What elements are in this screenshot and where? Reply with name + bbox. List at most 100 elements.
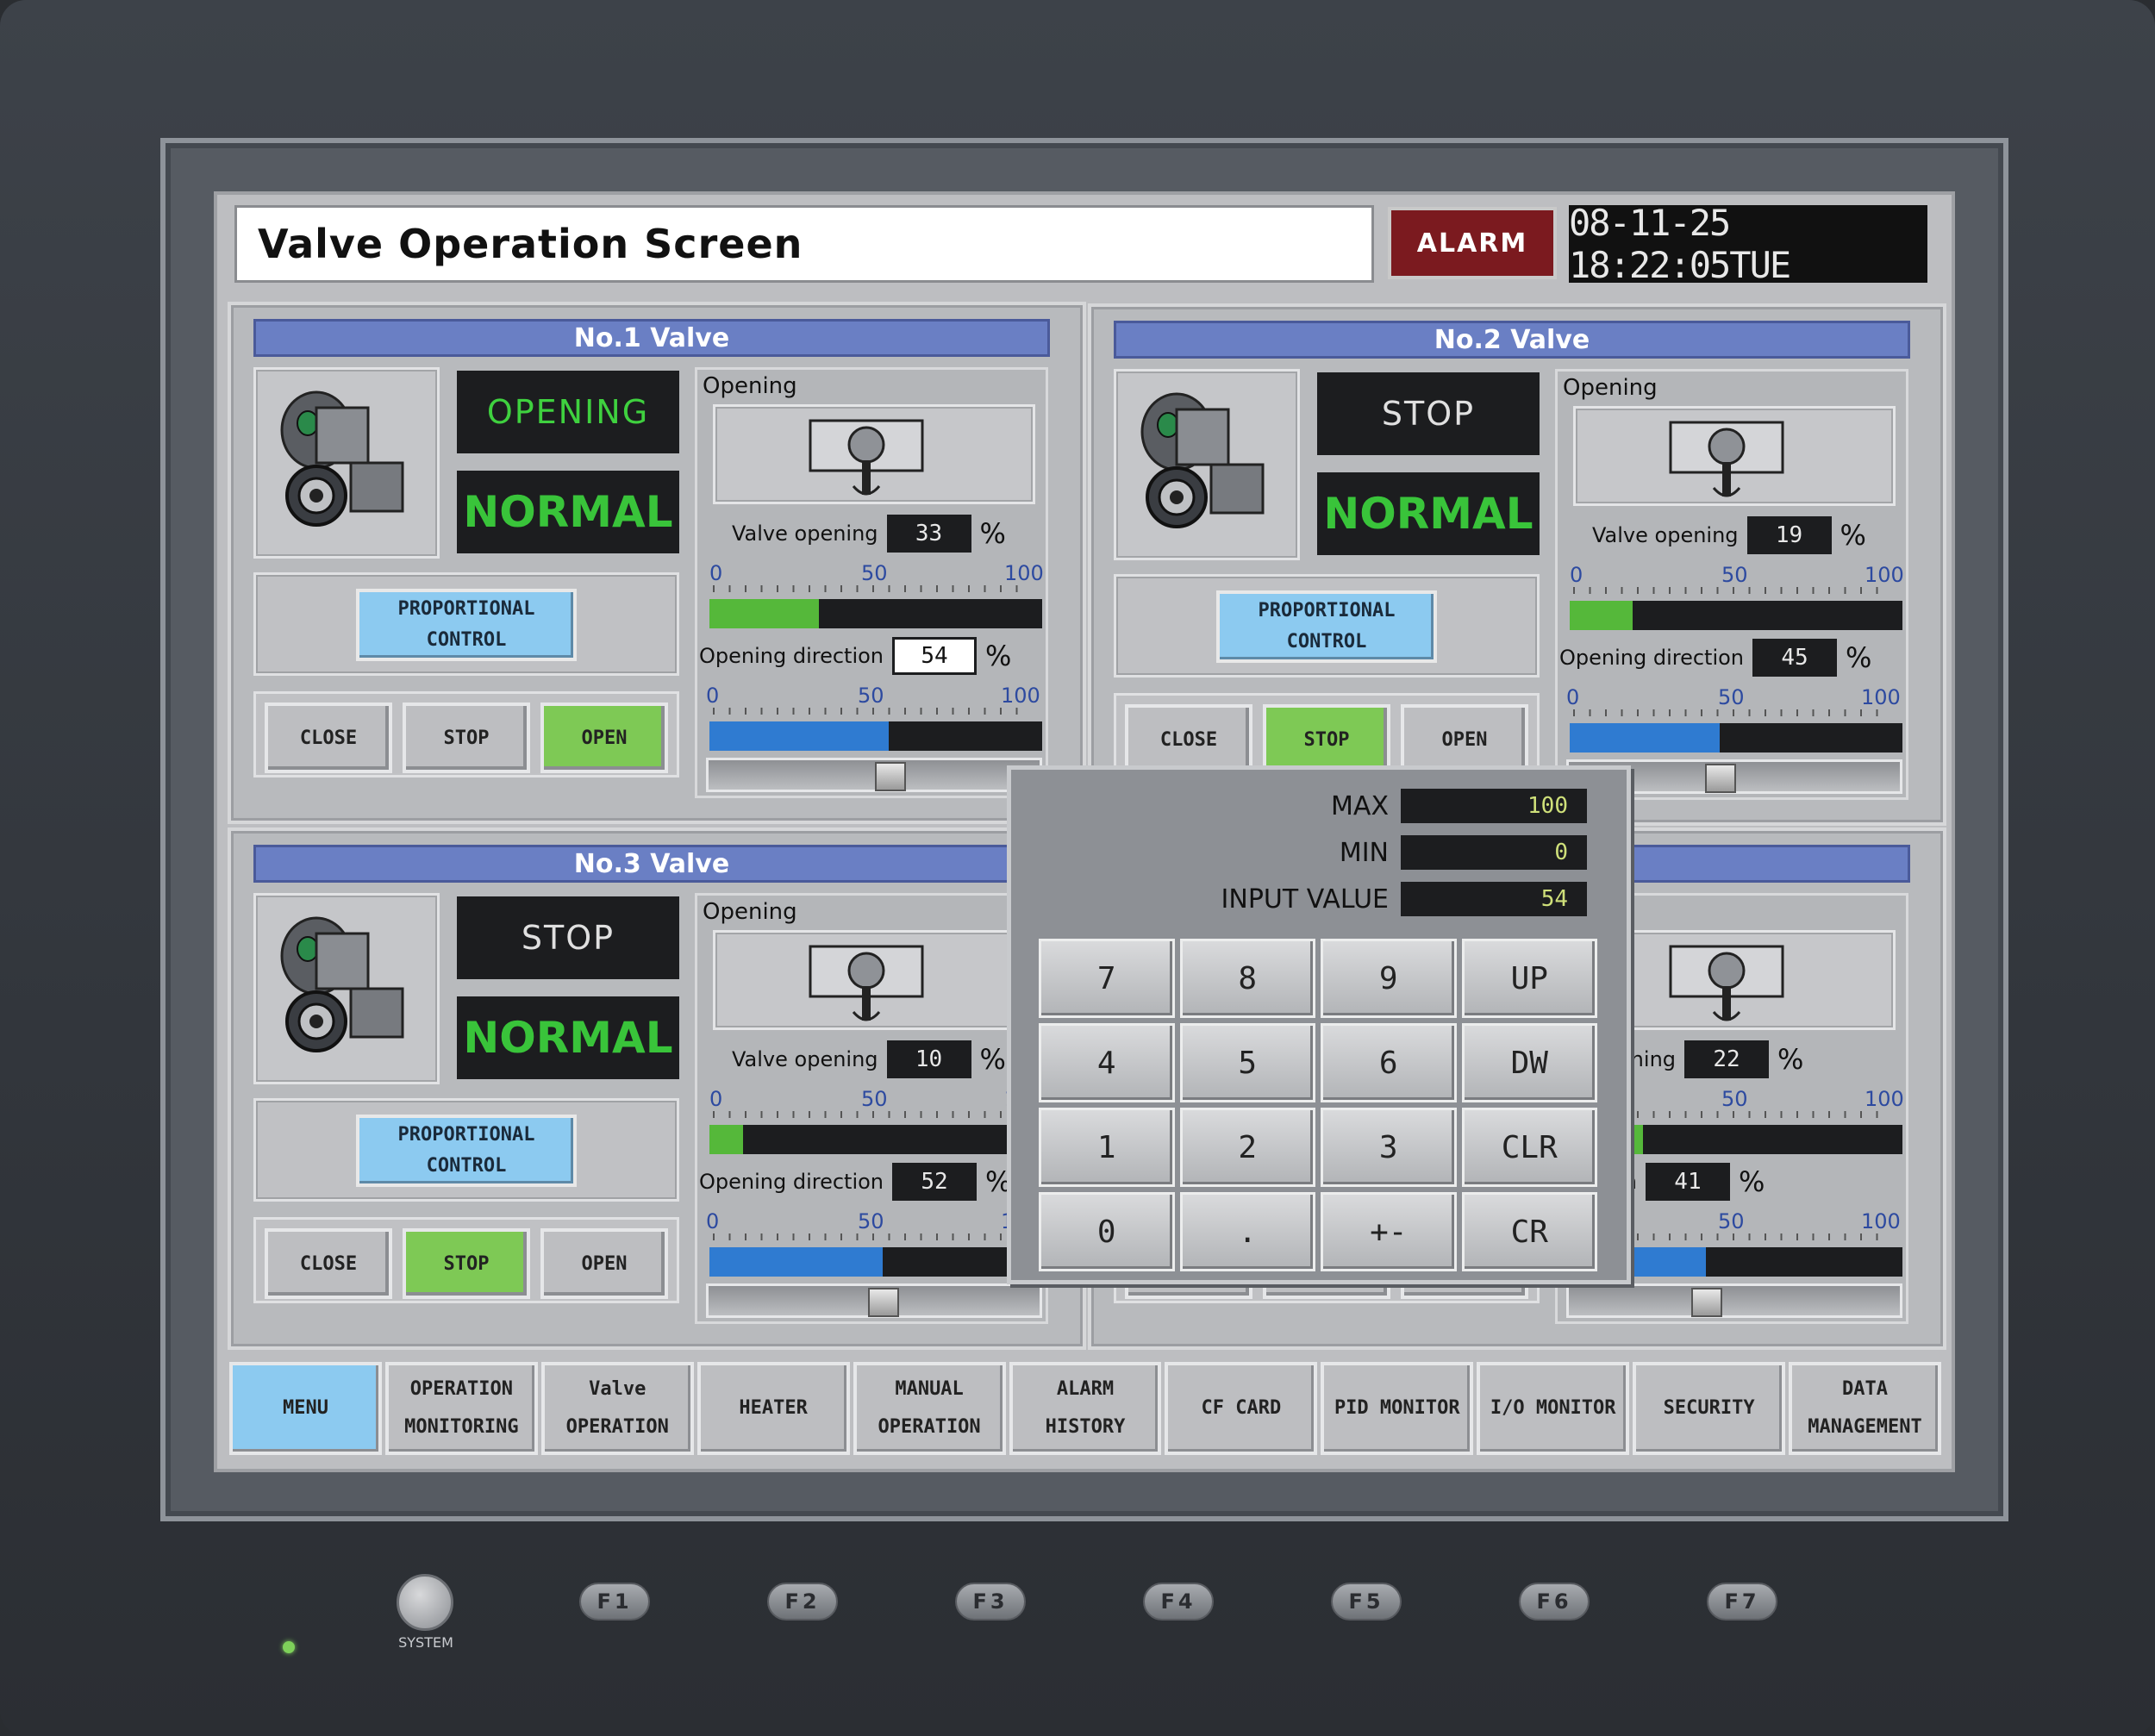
direction-slider[interactable] — [706, 758, 1042, 792]
keypad-key[interactable]: 1 — [1039, 1108, 1175, 1187]
scale-min: 0 — [1570, 563, 1583, 587]
keypad-key[interactable]: DW — [1461, 1023, 1597, 1102]
hmi-screen: Valve Operation Screen ALARM 08-11-25 18… — [214, 191, 1955, 1472]
stop-button[interactable]: STOP — [403, 703, 530, 773]
slider-knob[interactable] — [874, 762, 906, 791]
menu-button[interactable]: PID MONITOR — [1321, 1362, 1474, 1455]
valve-opening-value: 33 — [886, 515, 971, 553]
input-value-label: INPUT VALUE — [1221, 884, 1389, 915]
menu-button[interactable]: HEATER — [696, 1362, 850, 1455]
valve-opening-label: Valve opening — [1592, 523, 1739, 547]
function-key[interactable]: F6 — [1519, 1583, 1590, 1620]
keypad-key[interactable]: 4 — [1039, 1023, 1175, 1102]
valve-opening-bar — [709, 1125, 1042, 1154]
proportional-control-button[interactable]: PROPORTIONAL CONTROL — [356, 589, 577, 661]
open-button[interactable]: OPEN — [540, 703, 668, 773]
menu-button[interactable]: I/O MONITOR — [1477, 1362, 1630, 1455]
scale-min: 0 — [706, 684, 720, 708]
menu-label-line2: MONITORING — [404, 1416, 519, 1438]
keypad-key[interactable]: 3 — [1321, 1108, 1457, 1187]
keypad-key[interactable]: UP — [1461, 939, 1597, 1018]
direction-scale: 0 50 100 — [697, 684, 1051, 715]
function-key[interactable]: F2 — [767, 1583, 838, 1620]
scale-ticks — [713, 708, 1032, 715]
open-button[interactable]: OPEN — [540, 1228, 668, 1299]
scale-max: 100 — [1004, 561, 1044, 585]
valve-opening-row: Valve opening 33 % — [732, 515, 1006, 553]
valve-opening-row: Valve opening 19 % — [1592, 516, 1866, 554]
close-button[interactable]: CLOSE — [265, 703, 392, 773]
keypad-key[interactable]: +- — [1321, 1192, 1457, 1271]
numeric-keypad: MAX 100 MIN 0 INPUT VALUE 54 7 8 9 UP 4 5 6 DW 1… — [1007, 765, 1631, 1284]
keypad-key[interactable]: 9 — [1321, 939, 1457, 1018]
percent-unit: % — [1846, 641, 1872, 674]
control-mode-box: PROPORTIONAL CONTROL — [253, 572, 679, 676]
valve-opening-row: Valve opening 10 % — [732, 1040, 1006, 1078]
menu-button[interactable]: SECURITY — [1633, 1362, 1786, 1455]
valve-buttons: CLOSE STOP OPEN — [253, 691, 679, 777]
slider-knob[interactable] — [867, 1288, 899, 1317]
proportional-control-button[interactable]: PROPORTIONAL CONTROL — [356, 1115, 577, 1187]
keypad-key[interactable]: . — [1179, 1192, 1315, 1271]
keypad-key[interactable]: 6 — [1321, 1023, 1457, 1102]
menu-label-line2: OPERATION — [565, 1416, 669, 1438]
slider-knob[interactable] — [1704, 764, 1736, 793]
function-key[interactable]: F1 — [579, 1583, 650, 1620]
scale-mid: 50 — [1718, 1209, 1745, 1233]
keypad-key[interactable]: CR — [1461, 1192, 1597, 1271]
direction-value[interactable]: 52 — [892, 1163, 978, 1201]
page-title: Valve Operation Screen — [234, 205, 1374, 283]
keypad-key[interactable]: 7 — [1039, 939, 1175, 1018]
direction-slider[interactable] — [706, 1283, 1042, 1318]
keypad-key[interactable]: 0 — [1039, 1192, 1175, 1271]
function-key[interactable]: F3 — [955, 1583, 1026, 1620]
close-button[interactable]: CLOSE — [265, 1228, 392, 1299]
menu-button[interactable]: MANUAL OPERATION — [853, 1362, 1006, 1455]
alarm-button[interactable]: ALARM — [1388, 207, 1557, 279]
keypad-key[interactable]: 8 — [1179, 939, 1315, 1018]
menu-label-line2: MANAGEMENT — [1808, 1416, 1922, 1438]
menu-label-line1: MENU — [282, 1397, 328, 1419]
function-key[interactable]: F4 — [1143, 1583, 1214, 1620]
stop-button[interactable]: STOP — [1263, 704, 1390, 775]
slider-knob[interactable] — [1690, 1288, 1722, 1317]
valve-state: STOP — [457, 896, 679, 979]
direction-value[interactable]: 45 — [1752, 639, 1838, 677]
direction-scale: 0 50 100 — [697, 1209, 1051, 1240]
input-value[interactable]: 54 — [1401, 882, 1587, 916]
control-label-1: PROPORTIONAL — [397, 1124, 535, 1146]
opening-scale: 0 50 100 — [697, 561, 1051, 592]
menu-label-line1: OPERATION — [409, 1378, 513, 1400]
keypad-key[interactable]: 5 — [1179, 1023, 1315, 1102]
menu-button[interactable]: CF CARD — [1165, 1362, 1318, 1455]
keypad-key[interactable]: CLR — [1461, 1108, 1597, 1187]
system-button[interactable] — [397, 1574, 453, 1631]
function-key[interactable]: F7 — [1707, 1583, 1777, 1620]
keypad-key[interactable]: 2 — [1179, 1108, 1315, 1187]
menu-button[interactable]: DATA MANAGEMENT — [1789, 1362, 1941, 1455]
valve-diagram-icon — [1573, 406, 1896, 506]
menu-button[interactable]: MENU — [229, 1362, 382, 1455]
scale-max: 100 — [1865, 563, 1904, 587]
proportional-control-button[interactable]: PROPORTIONAL CONTROL — [1216, 590, 1437, 663]
scale-ticks — [713, 1233, 1032, 1240]
stop-button[interactable]: STOP — [403, 1228, 530, 1299]
device-bezel: Valve Operation Screen ALARM 08-11-25 18… — [0, 0, 2155, 1736]
menu-button[interactable]: Valve OPERATION — [540, 1362, 694, 1455]
valve-condition: NORMAL — [457, 996, 679, 1079]
function-key[interactable]: F5 — [1331, 1583, 1402, 1620]
keypad-keys: 7 8 9 UP 4 5 6 DW 1 2 3 CLR 0. +- CR — [1039, 939, 1597, 1271]
valve-opening-fill — [709, 599, 820, 628]
direction-row: Opening direction 45 % — [1559, 639, 1871, 677]
direction-label: Opening direction — [699, 1170, 884, 1194]
opening-scale: 0 50 100 — [697, 1087, 1051, 1118]
open-button[interactable]: OPEN — [1401, 704, 1528, 775]
menu-button[interactable]: ALARM HISTORY — [1009, 1362, 1162, 1455]
close-button[interactable]: CLOSE — [1125, 704, 1252, 775]
direction-row: Opening direction 52 % — [699, 1163, 1011, 1201]
menu-button[interactable]: OPERATION MONITORING — [384, 1362, 538, 1455]
direction-label: Opening direction — [1559, 646, 1745, 670]
direction-value[interactable]: 41 — [1645, 1163, 1730, 1201]
direction-value[interactable]: 54 — [892, 637, 978, 675]
direction-slider[interactable] — [1566, 1283, 1902, 1318]
